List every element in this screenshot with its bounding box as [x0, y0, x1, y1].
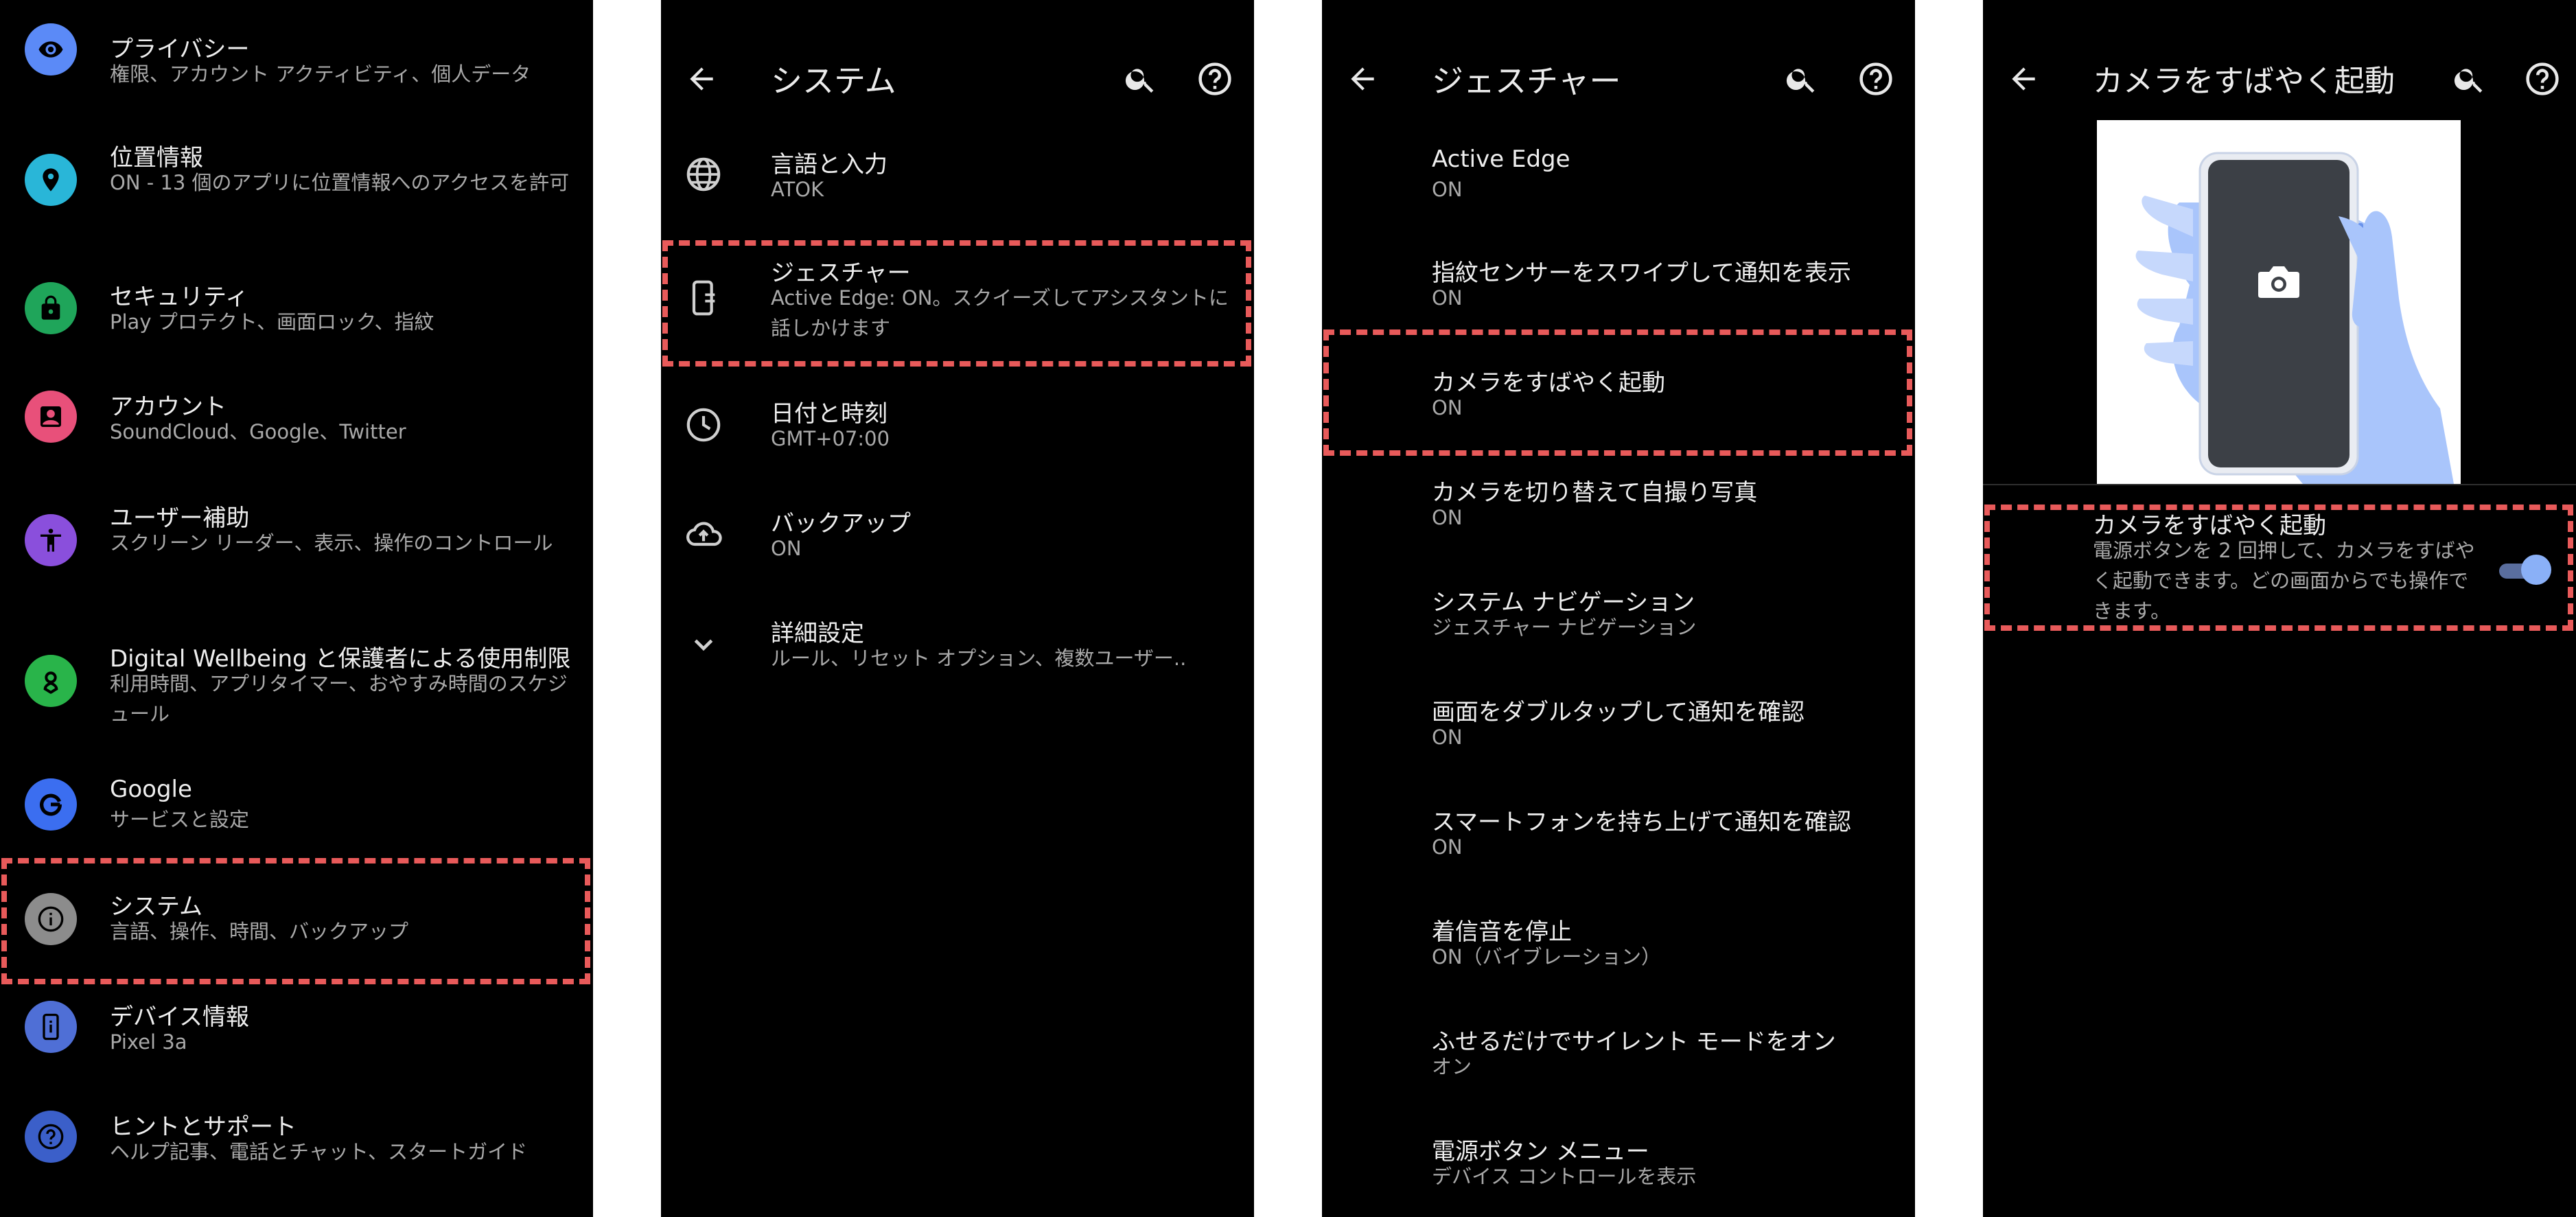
- gesture-item-active-edge[interactable]: Active Edge ON: [1322, 137, 1915, 220]
- gesture-item-flip-camera[interactable]: カメラを切り替えて自撮り写真 ON: [1322, 467, 1915, 549]
- settings-item-about-phone[interactable]: デバイス情報 Pixel 3a: [0, 995, 593, 1085]
- wellbeing-icon: [25, 655, 77, 707]
- gesture-item-flip-to-shhh[interactable]: ふせるだけでサイレント モードをオン オン: [1322, 1016, 1915, 1098]
- cloud-upload-icon: [686, 522, 722, 546]
- settings-item-subtitle: 利用時間、アプリタイマー、おやすみ時間のスケジュール: [110, 672, 568, 726]
- settings-item-subtitle: Play プロテクト、画面ロック、指紋: [110, 310, 434, 334]
- system-panel: システム 言語と入力 ATOK ジェスチャー Active Edge: ON。ス…: [661, 0, 1254, 1217]
- gesture-item-subtitle: ジェスチャー ナビゲーション: [1432, 616, 1697, 639]
- search-icon[interactable]: [1124, 62, 1158, 96]
- settings-item-subtitle: スクリーン リーダー、表示、操作のコントロール: [110, 531, 553, 555]
- eye-icon: [25, 23, 77, 76]
- system-item-backup[interactable]: バックアップ ON: [661, 498, 1254, 580]
- system-item-subtitle: ATOK: [771, 178, 824, 201]
- google-g-icon: [25, 778, 77, 831]
- settings-item-subtitle: Pixel 3a: [110, 1030, 187, 1054]
- hand-holding-phone-illustration: [2135, 152, 2454, 484]
- system-item-subtitle: ルール、リセット オプション、複数ユーザー..: [771, 647, 1187, 670]
- page-title: カメラをすばやく起動: [2093, 64, 2395, 99]
- settings-item-security[interactable]: セキュリティ Play プロテクト、画面ロック、指紋: [0, 271, 593, 360]
- search-icon[interactable]: [1785, 62, 1819, 96]
- lock-icon: [25, 282, 77, 334]
- search-icon[interactable]: [2452, 62, 2487, 96]
- page-title: ジェスチャー: [1432, 62, 1621, 100]
- gesture-item-lift-to-check[interactable]: スマートフォンを持ち上げて通知を確認 ON: [1322, 796, 1915, 879]
- gesture-item-subtitle: ON: [1432, 726, 1463, 749]
- system-item-advanced[interactable]: 詳細設定 ルール、リセット オプション、複数ユーザー..: [661, 607, 1254, 690]
- account-box-icon: [25, 391, 77, 443]
- gesture-item-power-menu[interactable]: 電源ボタン メニュー デバイス コントロールを表示: [1322, 1126, 1915, 1208]
- page-title: システム: [771, 62, 896, 100]
- gesture-item-system-navigation[interactable]: システム ナビゲーション ジェスチャー ナビゲーション: [1322, 577, 1915, 659]
- settings-panel: プライバシー 権限、アカウント アクティビティ、個人データ 位置情報 ON - …: [0, 0, 593, 1217]
- app-bar: システム: [661, 41, 1254, 117]
- gesture-item-subtitle: ON: [1432, 506, 1463, 529]
- settings-item-subtitle: ヘルプ記事、電話とチャット、スタートガイド: [110, 1140, 528, 1163]
- clock-icon: [686, 408, 721, 442]
- divider: [1983, 484, 2576, 485]
- settings-item-accounts[interactable]: アカウント SoundCloud、Google、Twitter: [0, 381, 593, 470]
- help-icon[interactable]: [1857, 60, 1894, 97]
- settings-item-title: Google: [110, 776, 192, 803]
- settings-item-subtitle: サービスと設定: [110, 808, 250, 831]
- gesture-item-title: Active Edge: [1432, 146, 1570, 173]
- settings-item-subtitle: ON - 13 個のアプリに位置情報へのアクセスを許可: [110, 171, 570, 194]
- settings-item-google[interactable]: Google サービスと設定: [0, 769, 593, 858]
- location-pin-icon: [25, 154, 77, 206]
- settings-item-location[interactable]: 位置情報 ON - 13 個のアプリに位置情報へのアクセスを許可: [0, 130, 593, 240]
- gesture-item-prevent-ringing[interactable]: 着信音を停止 ON（バイブレーション）: [1322, 906, 1915, 988]
- back-arrow-icon[interactable]: [684, 62, 719, 96]
- settings-item-digital-wellbeing[interactable]: Digital Wellbeing と保護者による使用制限 利用時間、アプリタイ…: [0, 631, 593, 741]
- phone-info-icon: [25, 1001, 77, 1053]
- system-item-subtitle: GMT+07:00: [771, 427, 890, 450]
- help-icon: [25, 1111, 77, 1163]
- highlight-quick-camera: [1323, 329, 1912, 456]
- help-icon[interactable]: [1196, 60, 1233, 97]
- settings-item-tips-support[interactable]: ヒントとサポート ヘルプ記事、電話とチャット、スタートガイド: [0, 1105, 593, 1194]
- settings-item-subtitle: SoundCloud、Google、Twitter: [110, 420, 406, 443]
- gesture-item-subtitle: オン: [1432, 1055, 1472, 1078]
- gesture-item-subtitle: ON: [1432, 178, 1463, 201]
- chevron-down-icon: [694, 639, 713, 651]
- highlight-gestures: [662, 240, 1251, 367]
- highlight-system: [1, 858, 590, 984]
- quick-camera-illustration: [2097, 120, 2461, 484]
- app-bar: ジェスチャー: [1322, 41, 1915, 117]
- back-arrow-icon[interactable]: [1345, 62, 1380, 96]
- back-arrow-icon[interactable]: [2006, 62, 2041, 96]
- app-bar: カメラをすばやく起動: [1983, 41, 2576, 117]
- help-icon[interactable]: [2524, 60, 2561, 97]
- gesture-item-fingerprint-swipe[interactable]: 指紋センサーをスワイプして通知を表示 ON: [1322, 247, 1915, 329]
- accessibility-icon: [25, 514, 77, 566]
- settings-item-subtitle: 権限、アカウント アクティビティ、個人データ: [110, 62, 531, 86]
- highlight-quick-camera-setting: [1984, 505, 2573, 631]
- gesture-item-subtitle: ON（バイブレーション）: [1432, 945, 1661, 969]
- system-item-language-input[interactable]: 言語と入力 ATOK: [661, 137, 1254, 220]
- quick-camera-panel: カメラをすばやく起動 カメラをすばやく起動 電源ボタンを 2 回押して、カメラを…: [1983, 0, 2576, 1217]
- settings-item-accessibility[interactable]: ユーザー補助 スクリーン リーダー、表示、操作のコントロール: [0, 491, 593, 601]
- globe-icon: [686, 157, 721, 192]
- gesture-item-subtitle: ON: [1432, 835, 1463, 859]
- gesture-item-subtitle: デバイス コントロールを表示: [1432, 1165, 1697, 1188]
- gesture-item-subtitle: ON: [1432, 286, 1463, 310]
- system-item-date-time[interactable]: 日付と時刻 GMT+07:00: [661, 388, 1254, 470]
- settings-item-privacy[interactable]: プライバシー 権限、アカウント アクティビティ、個人データ: [0, 0, 593, 96]
- gestures-panel: ジェスチャー Active Edge ON 指紋センサーをスワイプして通知を表示…: [1322, 0, 1915, 1217]
- system-item-subtitle: ON: [771, 537, 802, 560]
- gesture-item-double-tap[interactable]: 画面をダブルタップして通知を確認 ON: [1322, 686, 1915, 769]
